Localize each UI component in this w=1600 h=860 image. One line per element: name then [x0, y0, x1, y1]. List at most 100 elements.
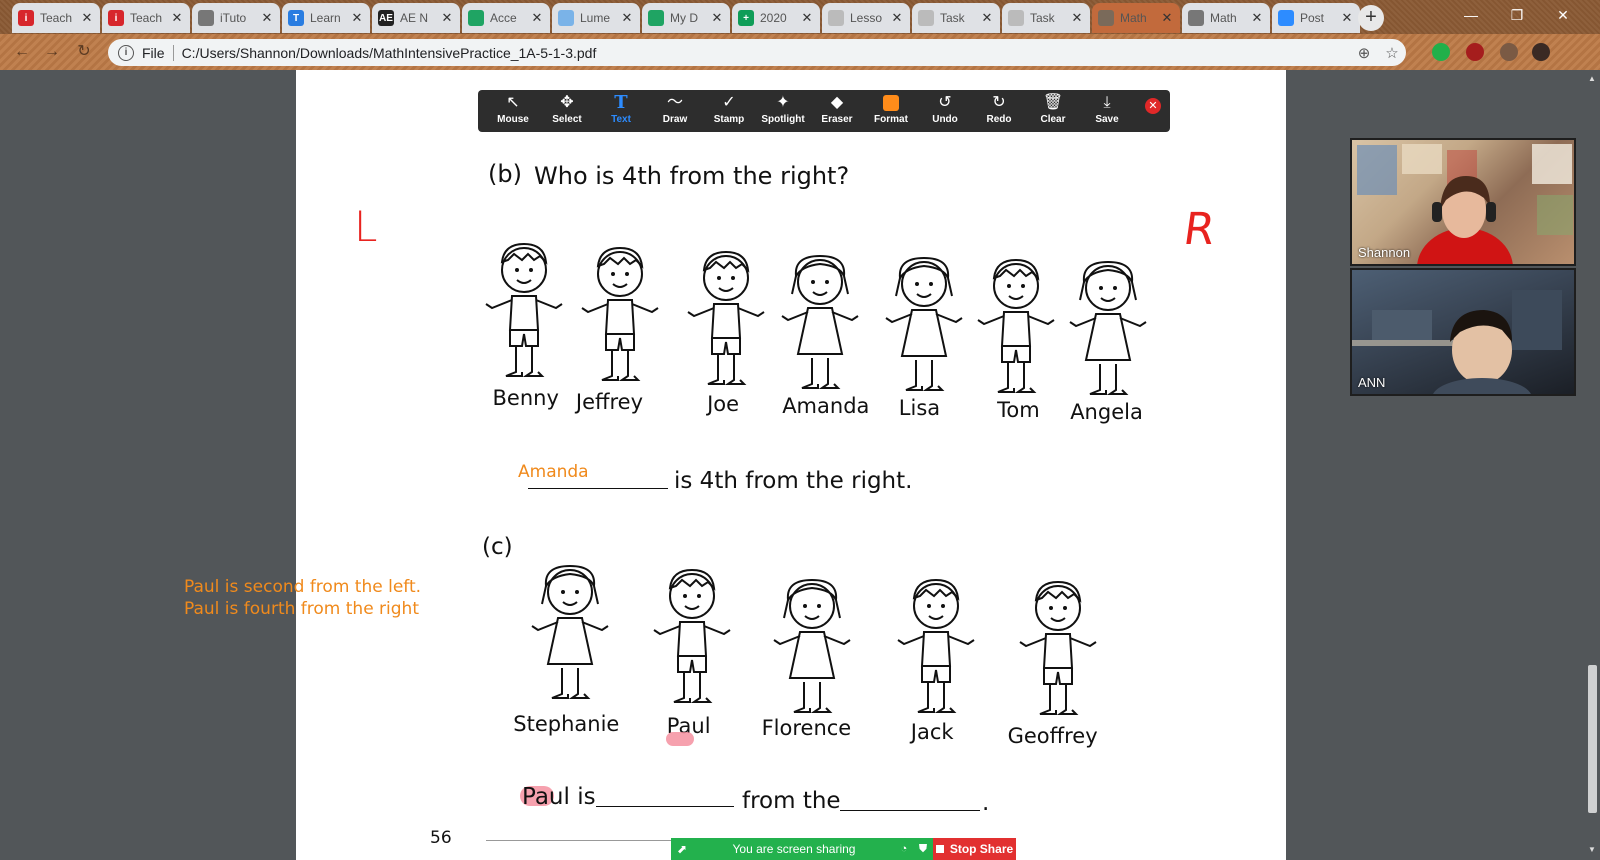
- answer-c-blank-2: [840, 810, 980, 811]
- answer-b-suffix: is 4th from the right.: [674, 468, 913, 494]
- annotate-clear-button[interactable]: 🗑 Clear: [1026, 92, 1080, 130]
- typed-note-line-1: Paul is second from the left.: [184, 577, 422, 597]
- tab-9[interactable]: Lesso ✕: [822, 3, 910, 33]
- tab-10[interactable]: Task ✕: [912, 3, 1000, 33]
- tab-close-icon[interactable]: ✕: [1250, 10, 1264, 26]
- tab-favicon-icon: [198, 10, 214, 26]
- video-tile-ann[interactable]: ANN: [1350, 268, 1576, 396]
- scroll-up-arrow[interactable]: ▲: [1588, 74, 1596, 83]
- select-icon: ✥: [560, 94, 574, 111]
- annotate-format-button[interactable]: Format: [864, 92, 918, 130]
- tab-close-icon[interactable]: ✕: [1160, 10, 1174, 26]
- tab-favicon-icon: [558, 10, 574, 26]
- back-button[interactable]: ←: [10, 40, 34, 64]
- tab-4[interactable]: AE AE N ✕: [372, 3, 460, 33]
- new-tab-button[interactable]: +: [1358, 5, 1384, 31]
- screen-share-bar: ⬈ You are screen sharing ◔ ⛊ Stop Share: [671, 838, 1016, 860]
- participant-name-ann: ANN: [1358, 375, 1386, 390]
- tab-label: Math: [1120, 11, 1147, 25]
- scroll-thumb[interactable]: [1588, 665, 1597, 813]
- tab-13[interactable]: Math ✕: [1182, 3, 1270, 33]
- tab-close-icon[interactable]: ✕: [440, 10, 454, 26]
- bookmark-star-icon[interactable]: ☆: [1378, 44, 1406, 62]
- text-icon: T: [614, 92, 628, 113]
- profile-avatar[interactable]: [1532, 43, 1550, 61]
- address-bar[interactable]: i File C:/Users/Shannon/Downloads/MathIn…: [108, 39, 1406, 66]
- tab-close-icon[interactable]: ✕: [800, 10, 814, 26]
- child-name-stephanie: Stephanie: [513, 712, 620, 736]
- sharing-status[interactable]: ⬈ You are screen sharing ◔ ⛊: [671, 838, 933, 860]
- annotate-draw-button[interactable]: 〜 Draw: [648, 92, 702, 130]
- child-drawing-benny: [484, 238, 564, 393]
- stop-share-button[interactable]: Stop Share: [933, 838, 1016, 860]
- child-drawing-tom: [976, 254, 1056, 409]
- window-close-button[interactable]: ✕: [1540, 0, 1586, 30]
- tab-label: Task: [1030, 11, 1055, 25]
- omnibox-separator: [172, 44, 174, 61]
- typed-note-line-2: Paul is fourth from the right: [184, 599, 419, 619]
- tab-3[interactable]: T Learn ✕: [282, 3, 370, 33]
- tab-close-icon[interactable]: ✕: [1340, 10, 1354, 26]
- annotate-select-button[interactable]: ✥ Select: [540, 92, 594, 130]
- tab-close-icon[interactable]: ✕: [980, 10, 994, 26]
- annotate-undo-button[interactable]: ↺ Undo: [918, 92, 972, 130]
- annotate-stamp-button[interactable]: ✓ Stamp: [702, 92, 756, 130]
- child-name-geoffrey: Geoffrey: [1007, 724, 1098, 748]
- puzzle-extension-icon[interactable]: [1500, 43, 1518, 61]
- annotate-spotlight-button[interactable]: ✦ Spotlight: [756, 92, 810, 130]
- url-text[interactable]: C:/Users/Shannon/Downloads/MathIntensive…: [182, 45, 1350, 61]
- tab-close-icon[interactable]: ✕: [620, 10, 634, 26]
- tab-14[interactable]: Post ✕: [1272, 3, 1360, 33]
- restore-button[interactable]: ❐: [1494, 0, 1540, 30]
- tab-close-icon[interactable]: ✕: [890, 10, 904, 26]
- tab-8[interactable]: +2020 ✕: [732, 3, 820, 33]
- scroll-down-arrow[interactable]: ▼: [1588, 845, 1596, 854]
- tab-1[interactable]: i Teach ✕: [102, 3, 190, 33]
- annotation-right-letter: R: [1180, 204, 1219, 255]
- answer-c-blank-1: [596, 806, 734, 807]
- eraser-label: Eraser: [821, 114, 853, 125]
- child-drawing-amanda: [780, 250, 860, 405]
- tab-close-icon[interactable]: ✕: [1070, 10, 1084, 26]
- video-tile-shannon[interactable]: Shannon: [1350, 138, 1576, 266]
- minimize-button[interactable]: —: [1448, 0, 1494, 30]
- eraser-icon: ◆: [830, 94, 844, 111]
- tab-close-icon[interactable]: ✕: [530, 10, 544, 26]
- tab-close-icon[interactable]: ✕: [350, 10, 364, 26]
- tab-2[interactable]: iTuto ✕: [192, 3, 280, 33]
- tab-close-icon[interactable]: ✕: [710, 10, 724, 26]
- annotate-mouse-button[interactable]: ↖ Mouse: [486, 92, 540, 130]
- tab-close-icon[interactable]: ✕: [80, 10, 94, 26]
- forward-button[interactable]: →: [40, 40, 64, 64]
- tab-6[interactable]: Lume ✕: [552, 3, 640, 33]
- annotate-close-button[interactable]: ✕: [1145, 98, 1161, 114]
- green-extension-icon[interactable]: [1432, 43, 1450, 61]
- tab-favicon-icon: +: [738, 10, 754, 26]
- tab-0[interactable]: i Teach ✕: [12, 3, 100, 33]
- pdf-scrollbar[interactable]: ▲ ▼: [1585, 70, 1600, 860]
- mouse-icon: ↖: [506, 94, 520, 111]
- ublock-extension-icon[interactable]: [1466, 43, 1484, 61]
- tab-label: Task: [940, 11, 965, 25]
- tab-11[interactable]: Task ✕: [1002, 3, 1090, 33]
- reload-button[interactable]: ↻: [72, 40, 96, 64]
- annotate-eraser-button[interactable]: ◆ Eraser: [810, 92, 864, 130]
- stamp-icon: ✓: [722, 94, 736, 111]
- annotate-save-button[interactable]: ⤓ Save: [1080, 92, 1134, 130]
- child-name-amanda: Amanda: [782, 394, 870, 418]
- annotate-text-button[interactable]: T Text: [594, 92, 648, 130]
- annotate-redo-button[interactable]: ↻ Redo: [972, 92, 1026, 130]
- site-info-icon[interactable]: i: [118, 44, 134, 61]
- tab-12[interactable]: Math ✕: [1092, 3, 1180, 33]
- tab-7[interactable]: My D ✕: [642, 3, 730, 33]
- tab-5[interactable]: Acce ✕: [462, 3, 550, 33]
- tab-close-icon[interactable]: ✕: [170, 10, 184, 26]
- child-name-jeffrey: Jeffrey: [575, 390, 643, 414]
- zoom-icon[interactable]: ⊕: [1350, 44, 1378, 62]
- tab-favicon-icon: AE: [378, 10, 394, 26]
- stop-square-icon: [935, 845, 944, 853]
- typed-note: Paul is second from the left. Paul is fo…: [184, 576, 421, 620]
- tab-close-icon[interactable]: ✕: [260, 10, 274, 26]
- child-drawing-paul: [652, 564, 732, 719]
- tab-label: Lume: [580, 11, 611, 25]
